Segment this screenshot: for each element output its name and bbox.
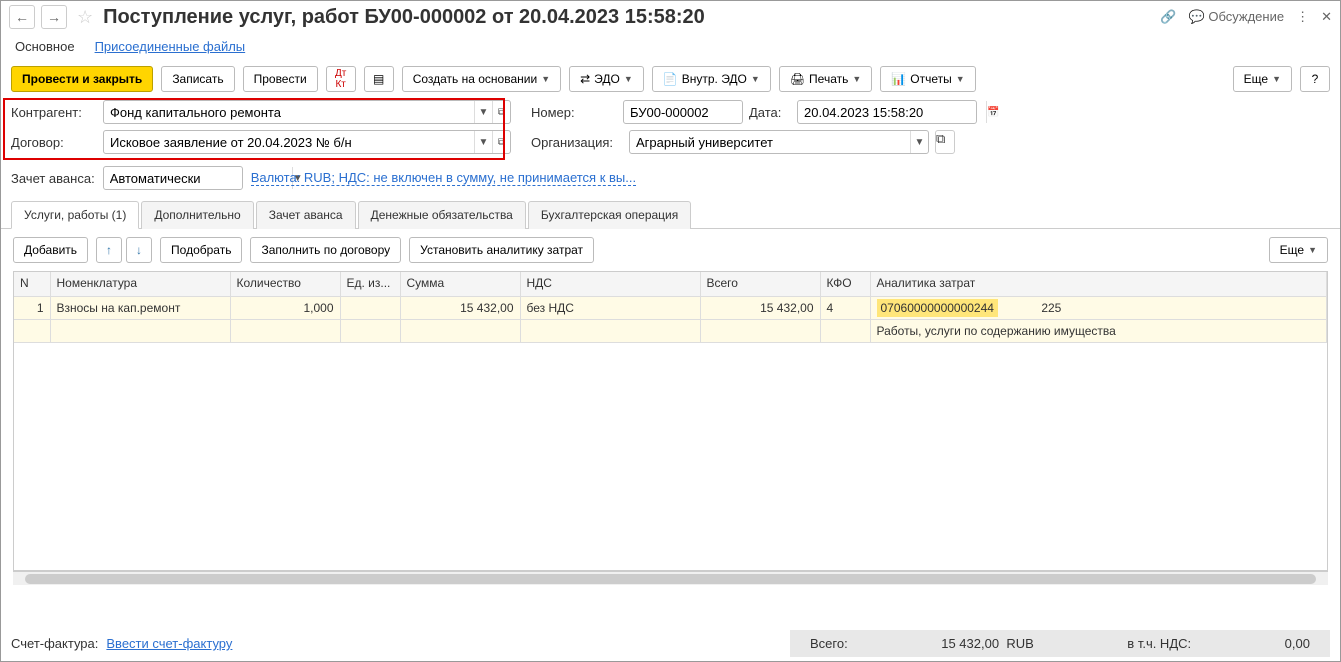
org-input[interactable]: ▼ — [629, 130, 929, 154]
more-menu-icon[interactable]: ⋮ — [1296, 9, 1309, 25]
tab-obligations[interactable]: Денежные обязательства — [358, 201, 526, 229]
advance-label: Зачет аванса: — [11, 171, 95, 186]
horizontal-scrollbar[interactable] — [13, 571, 1328, 585]
dropdown-icon[interactable]: ▼ — [474, 131, 492, 153]
contractor-input[interactable]: ▼ ⧉ — [103, 100, 511, 124]
print-button[interactable]: 🖨 Печать▼ — [779, 66, 872, 92]
edo-button[interactable]: ⇄ ЭДО▼ — [569, 66, 644, 92]
reports-button[interactable]: 📊 Отчеты▼ — [880, 66, 975, 92]
write-button[interactable]: Записать — [161, 66, 234, 92]
open-icon[interactable]: ⧉ — [492, 131, 510, 153]
section-attached-files[interactable]: Присоединенные файлы — [95, 39, 246, 54]
nav-forward-button[interactable]: → — [41, 5, 67, 29]
enter-invoice-link[interactable]: Ввести счет-фактуру — [106, 636, 232, 651]
col-sum[interactable]: Сумма — [400, 272, 520, 296]
col-vat[interactable]: НДС — [520, 272, 700, 296]
help-button[interactable]: ? — [1300, 66, 1330, 92]
dropdown-icon[interactable]: ▼ — [910, 131, 928, 153]
favorite-icon[interactable]: ☆ — [77, 7, 93, 28]
calendar-icon[interactable]: 📅 — [986, 101, 999, 123]
set-analytics-button[interactable]: Установить аналитику затрат — [409, 237, 594, 263]
contract-label: Договор: — [11, 135, 97, 150]
col-qty[interactable]: Количество — [230, 272, 340, 296]
number-input[interactable] — [623, 100, 743, 124]
total-label: Всего: — [810, 636, 848, 651]
tab-more-button[interactable]: Еще▼ — [1269, 237, 1328, 263]
move-down-button[interactable]: ↓ — [126, 237, 152, 263]
total-value: 15 432,00 RUB — [941, 636, 1034, 651]
fill-by-contract-button[interactable]: Заполнить по договору — [250, 237, 401, 263]
org-label: Организация: — [531, 135, 623, 150]
table-row[interactable]: 1 Взносы на кап.ремонт 1,000 15 432,00 б… — [14, 296, 1327, 319]
col-unit[interactable]: Ед. из... — [340, 272, 400, 296]
add-row-button[interactable]: Добавить — [13, 237, 88, 263]
analytics-code-cell: 07060000000000244 — [877, 299, 998, 317]
internal-edo-button[interactable]: 📄 Внутр. ЭДО▼ — [652, 66, 771, 92]
col-nomenclature[interactable]: Номенклатура — [50, 272, 230, 296]
vat-label: в т.ч. НДС: — [1127, 636, 1191, 651]
tab-additional[interactable]: Дополнительно — [141, 201, 253, 229]
tab-accounting[interactable]: Бухгалтерская операция — [528, 201, 691, 229]
services-table[interactable]: N Номенклатура Количество Ед. из... Сумм… — [13, 271, 1328, 571]
number-label: Номер: — [531, 105, 617, 120]
post-button[interactable]: Провести — [243, 66, 318, 92]
pick-button[interactable]: Подобрать — [160, 237, 242, 263]
more-button[interactable]: Еще▼ — [1233, 66, 1292, 92]
invoice-label: Счет-фактура: — [11, 636, 98, 651]
contractor-label: Контрагент: — [11, 105, 97, 120]
col-n[interactable]: N — [14, 272, 50, 296]
section-main[interactable]: Основное — [15, 39, 75, 54]
close-icon[interactable]: ✕ — [1321, 9, 1332, 25]
open-icon[interactable]: ⧉ — [492, 101, 510, 123]
discussion-link[interactable]: 💬 Обсуждение — [1189, 9, 1285, 25]
nav-back-button[interactable]: ← — [9, 5, 35, 29]
date-input[interactable]: 📅 — [797, 100, 977, 124]
dtkt-icon-button[interactable]: ДтКт — [326, 66, 356, 92]
vat-value: 0,00 — [1285, 636, 1310, 651]
list-icon-button[interactable]: ▤ — [364, 66, 394, 92]
col-total[interactable]: Всего — [700, 272, 820, 296]
date-label: Дата: — [749, 105, 791, 120]
tab-advance[interactable]: Зачет аванса — [256, 201, 356, 229]
contract-input[interactable]: ▼ ⧉ — [103, 130, 511, 154]
table-row[interactable]: Работы, услуги по содержанию имущества — [14, 319, 1327, 342]
open-org-icon[interactable]: ⧉ — [935, 130, 955, 154]
link-icon[interactable]: 🔗 — [1160, 9, 1176, 25]
advance-input[interactable]: ▼ — [103, 166, 243, 190]
dropdown-icon[interactable]: ▼ — [474, 101, 492, 123]
col-analytics[interactable]: Аналитика затрат — [870, 272, 1327, 296]
post-and-close-button[interactable]: Провести и закрыть — [11, 66, 153, 92]
currency-vat-link[interactable]: Валюта: RUB; НДС: не включен в сумму, не… — [251, 170, 636, 186]
move-up-button[interactable]: ↑ — [96, 237, 122, 263]
document-title: Поступление услуг, работ БУ00-000002 от … — [103, 6, 1154, 29]
col-kfo[interactable]: КФО — [820, 272, 870, 296]
tab-services[interactable]: Услуги, работы (1) — [11, 201, 139, 229]
create-based-button[interactable]: Создать на основании▼ — [402, 66, 561, 92]
